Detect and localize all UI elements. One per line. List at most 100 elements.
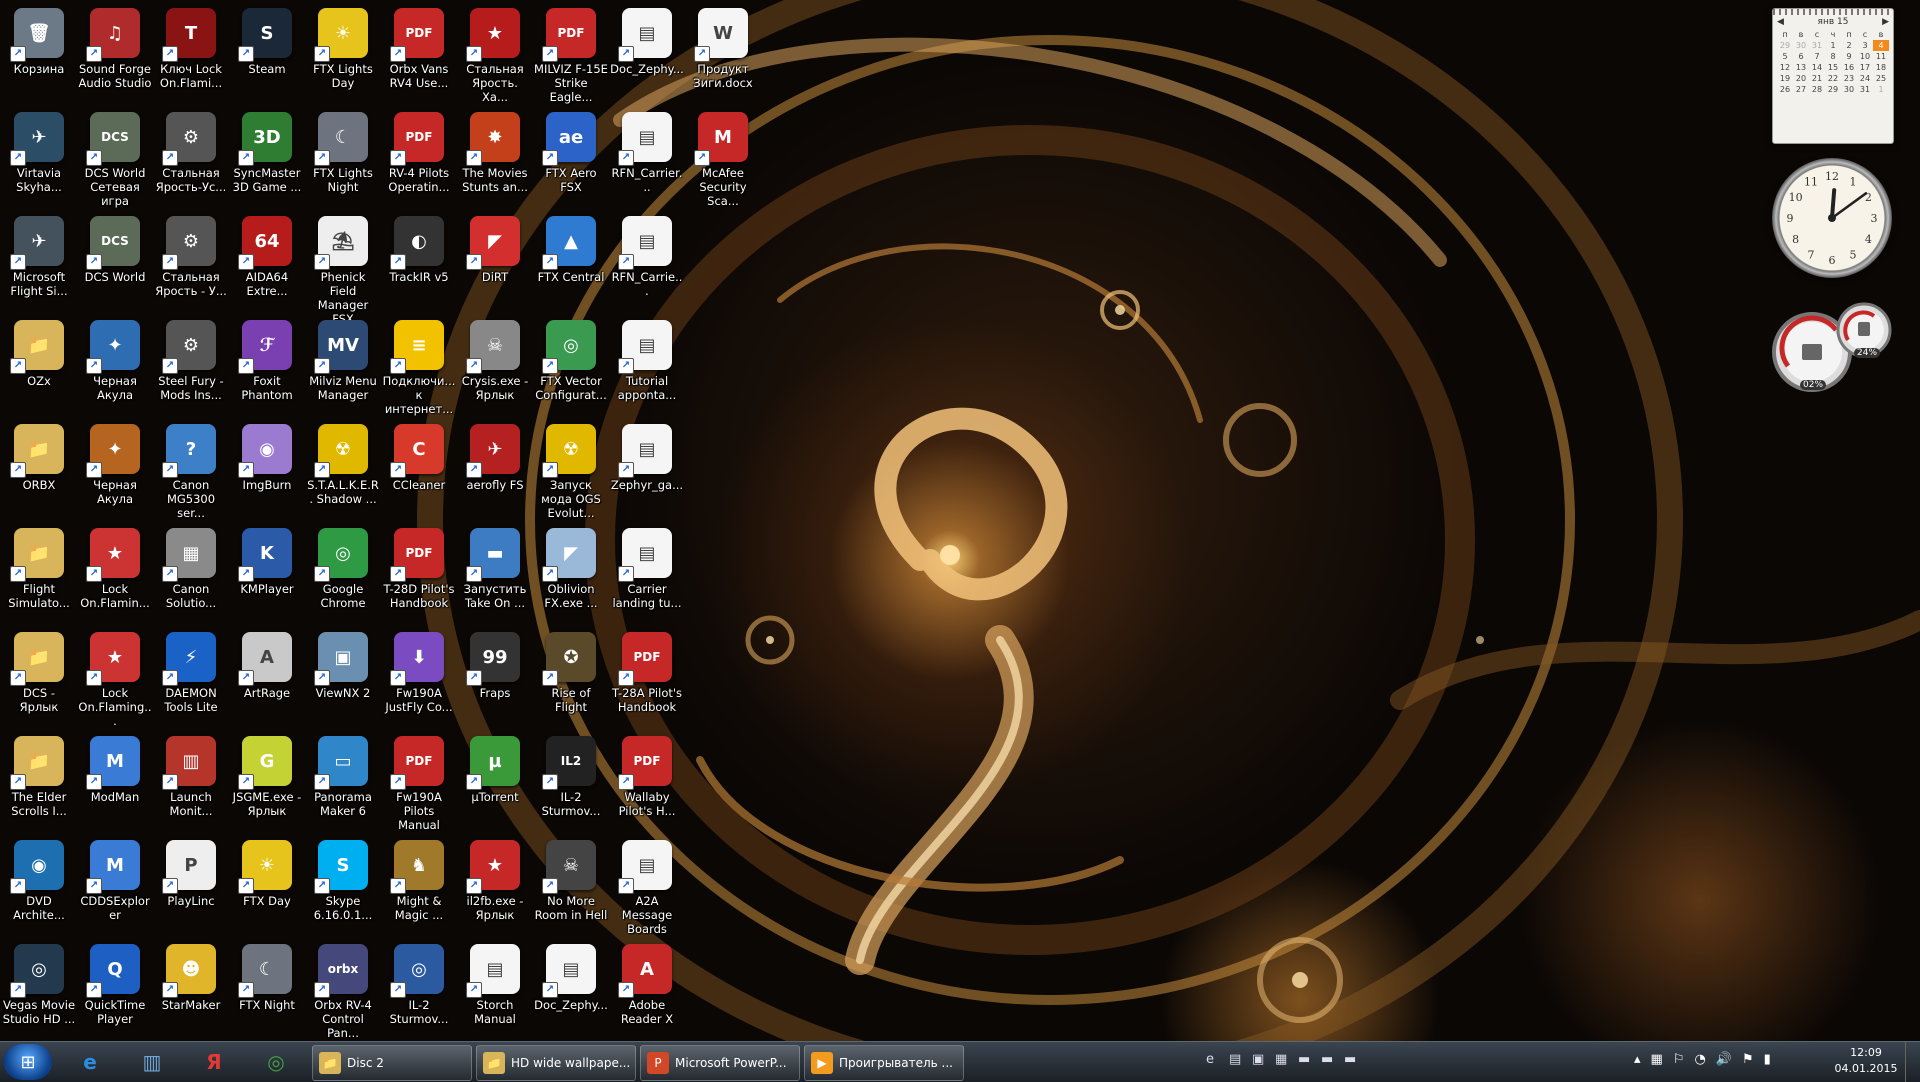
tray-icon[interactable]: 🔊 [1716, 1052, 1732, 1067]
desktop-icon[interactable]: W ↗ Продукт Зиги.docx [686, 4, 760, 104]
taskbar-pinned-explorer[interactable]: ▥ [124, 1044, 180, 1080]
calendar-day[interactable]: 19 [1777, 73, 1793, 84]
desktop-icon[interactable]: ⚙ ↗ Стальная Ярость-Ус... [154, 108, 228, 208]
tray-icon[interactable]: ◔ [1694, 1052, 1705, 1067]
calendar-day[interactable]: 10 [1857, 51, 1873, 62]
calendar-day[interactable]: 28 [1809, 84, 1825, 95]
calendar-day[interactable]: 30 [1793, 40, 1809, 51]
calendar-day[interactable]: 1 [1825, 40, 1841, 51]
desktop-icon[interactable]: A ↗ Adobe Reader X [610, 940, 684, 1040]
taskbar-window-button[interactable]: ▶ Проигрыватель ... [804, 1045, 964, 1081]
desktop-icon[interactable]: ◎ ↗ FTX Vector Configurat... [534, 316, 608, 416]
tray-icon[interactable]: ▴ [1634, 1052, 1641, 1067]
desktop-icon[interactable]: M ↗ McAfee Security Sca... [686, 108, 760, 208]
desktop-icon[interactable]: ▭ ↗ Panorama Maker 6 [306, 732, 380, 832]
desktop-icon[interactable]: ♫ ↗ Sound Forge Audio Studio [78, 4, 152, 104]
desktop-icon[interactable]: ⚙ ↗ Стальная Ярость - У... [154, 212, 228, 312]
tray-icon[interactable]: ▮ [1764, 1052, 1771, 1067]
calendar-day[interactable]: 31 [1809, 40, 1825, 51]
quick-launch-icon[interactable]: ▤ [1229, 1052, 1245, 1068]
desktop-icon[interactable]: ★ ↗ Стальная Ярость. Ха... [458, 4, 532, 104]
desktop-icon[interactable]: ☀ ↗ FTX Day [230, 836, 304, 936]
desktop-icon[interactable]: ▤ ↗ RFN_Carrie... [610, 212, 684, 312]
quick-launch-icon[interactable]: ▣ [1252, 1052, 1268, 1068]
calendar-next-button[interactable]: ▶ [1882, 17, 1889, 27]
desktop-icon[interactable]: ✈ ↗ aerofly FS [458, 420, 532, 520]
desktop-icon[interactable]: ★ ↗ il2fb.exe - Ярлык [458, 836, 532, 936]
calendar-day[interactable]: 23 [1841, 73, 1857, 84]
desktop-icon[interactable]: ▣ ↗ ViewNX 2 [306, 628, 380, 728]
desktop-icon[interactable]: ✈ ↗ Virtavia Skyha... [2, 108, 76, 208]
desktop-icon[interactable]: 🗑 ↗ Корзина [2, 4, 76, 104]
desktop-icon[interactable]: T ↗ Ключ Lock On.Flami... [154, 4, 228, 104]
desktop-icon[interactable]: ae ↗ FTX Aero FSX [534, 108, 608, 208]
desktop-icon[interactable]: ▤ ↗ Carrier landing tu... [610, 524, 684, 624]
desktop-icon[interactable]: PDF ↗ RV-4 Pilots Operatin... [382, 108, 456, 208]
desktop-icon[interactable]: Q ↗ QuickTime Player [78, 940, 152, 1040]
calendar-day[interactable]: 14 [1809, 62, 1825, 73]
calendar-day[interactable]: 8 [1825, 51, 1841, 62]
desktop-icon[interactable]: ▤ ↗ Zephyr_ga... [610, 420, 684, 520]
desktop-icon[interactable]: ℱ ↗ Foxit Phantom [230, 316, 304, 416]
desktop-icon[interactable]: ☻ ↗ StarMaker [154, 940, 228, 1040]
taskbar-window-button[interactable]: 📁 HD wide wallpape... [476, 1045, 636, 1081]
desktop-icon[interactable]: ★ ↗ Lock On.Flaming... [78, 628, 152, 728]
desktop-icon[interactable]: ☢ ↗ Запуск мода OGS Evolut... [534, 420, 608, 520]
calendar-day[interactable]: 9 [1841, 51, 1857, 62]
desktop-icon[interactable]: A ↗ ArtRage [230, 628, 304, 728]
desktop-icon[interactable]: ◎ ↗ Vegas Movie Studio HD ... [2, 940, 76, 1040]
calendar-day[interactable]: 7 [1809, 51, 1825, 62]
calendar-day[interactable]: 29 [1777, 40, 1793, 51]
desktop-icon[interactable]: ▬ ↗ Запустить Take On ... [458, 524, 532, 624]
quick-launch-icon[interactable]: ▬ [1344, 1052, 1360, 1068]
desktop-icon[interactable]: ✦ ↗ Черная Акула [78, 316, 152, 416]
desktop-icon[interactable]: ▦ ↗ Canon Solutio... [154, 524, 228, 624]
desktop-icon[interactable]: 3D ↗ SyncMaster 3D Game ... [230, 108, 304, 208]
desktop-icon[interactable]: PDF ↗ T-28A Pilot's Handbook [610, 628, 684, 728]
desktop-icon[interactable]: M ↗ CDDSExplorer [78, 836, 152, 936]
desktop-icon[interactable]: 📁 ↗ ORBX [2, 420, 76, 520]
desktop-icon[interactable]: ▲ ↗ FTX Central [534, 212, 608, 312]
taskbar-window-button[interactable]: P Microsoft PowerP... [640, 1045, 800, 1081]
desktop-icon[interactable]: PDF ↗ Orbx Vans RV4 Use... [382, 4, 456, 104]
calendar-day[interactable]: 3 [1857, 40, 1873, 51]
calendar-day[interactable]: 29 [1825, 84, 1841, 95]
desktop-icon[interactable]: ⬇ ↗ Fw190A JustFly Co... [382, 628, 456, 728]
desktop-icon[interactable]: ★ ↗ Lock On.Flamin... [78, 524, 152, 624]
quick-launch-icon[interactable]: ▦ [1275, 1052, 1291, 1068]
calendar-day[interactable]: 30 [1841, 84, 1857, 95]
quick-launch-icon[interactable]: ▬ [1298, 1052, 1314, 1068]
desktop-icon[interactable]: ▤ ↗ Tutorial apponta... [610, 316, 684, 416]
desktop-icon[interactable]: 📁 ↗ Flight Simulato... [2, 524, 76, 624]
desktop-icon[interactable]: ▥ ↗ Launch Monit... [154, 732, 228, 832]
calendar-day[interactable]: 2 [1841, 40, 1857, 51]
desktop-icon[interactable]: MV ↗ Milviz Menu Manager [306, 316, 380, 416]
taskbar-pinned-yandex[interactable]: Я [186, 1044, 242, 1080]
desktop-icon[interactable]: ☾ ↗ FTX Lights Night [306, 108, 380, 208]
tray-icon[interactable]: ▦ [1651, 1052, 1663, 1067]
desktop-icon[interactable]: ◎ ↗ IL-2 Sturmov... [382, 940, 456, 1040]
desktop-icon[interactable]: G ↗ JSGME.exe - Ярлык [230, 732, 304, 832]
desktop-icon[interactable]: C ↗ CCleaner [382, 420, 456, 520]
desktop-icon[interactable]: ♞ ↗ Might & Magic ... [382, 836, 456, 936]
calendar-day[interactable]: 5 [1777, 51, 1793, 62]
show-desktop-button[interactable] [1905, 1042, 1920, 1082]
calendar-day[interactable]: 1 [1873, 84, 1889, 95]
calendar-day[interactable]: 21 [1809, 73, 1825, 84]
desktop-icon[interactable]: ⚙ ↗ Steel Fury - Mods Ins... [154, 316, 228, 416]
calendar-day[interactable]: 12 [1777, 62, 1793, 73]
desktop-icon[interactable]: 📁 ↗ DCS - Ярлык [2, 628, 76, 728]
desktop-icon[interactable]: ? ↗ Canon MG5300 ser... [154, 420, 228, 520]
desktop-icon[interactable]: ◤ ↗ Oblivion FX.exe ... [534, 524, 608, 624]
desktop-icon[interactable]: ▤ ↗ Doc_Zephy... [610, 4, 684, 104]
desktop-icon[interactable]: ✈ ↗ Microsoft Flight Si... [2, 212, 76, 312]
desktop-icon[interactable]: ☠ ↗ Crysis.exe - Ярлык [458, 316, 532, 416]
desktop-icon[interactable]: orbx ↗ Orbx RV-4 Control Pan... [306, 940, 380, 1040]
taskbar-clock[interactable]: 12:09 04.01.2015 [1834, 1045, 1898, 1077]
desktop-icon[interactable]: M ↗ ModMan [78, 732, 152, 832]
desktop-icon[interactable]: ◉ ↗ DVD Archite... [2, 836, 76, 936]
tray-icon[interactable]: ⚐ [1673, 1052, 1685, 1067]
calendar-day[interactable]: 17 [1857, 62, 1873, 73]
desktop-icon[interactable]: DCS ↗ DCS World Сетевая игра [78, 108, 152, 208]
quick-launch-icon[interactable]: ▬ [1321, 1052, 1337, 1068]
